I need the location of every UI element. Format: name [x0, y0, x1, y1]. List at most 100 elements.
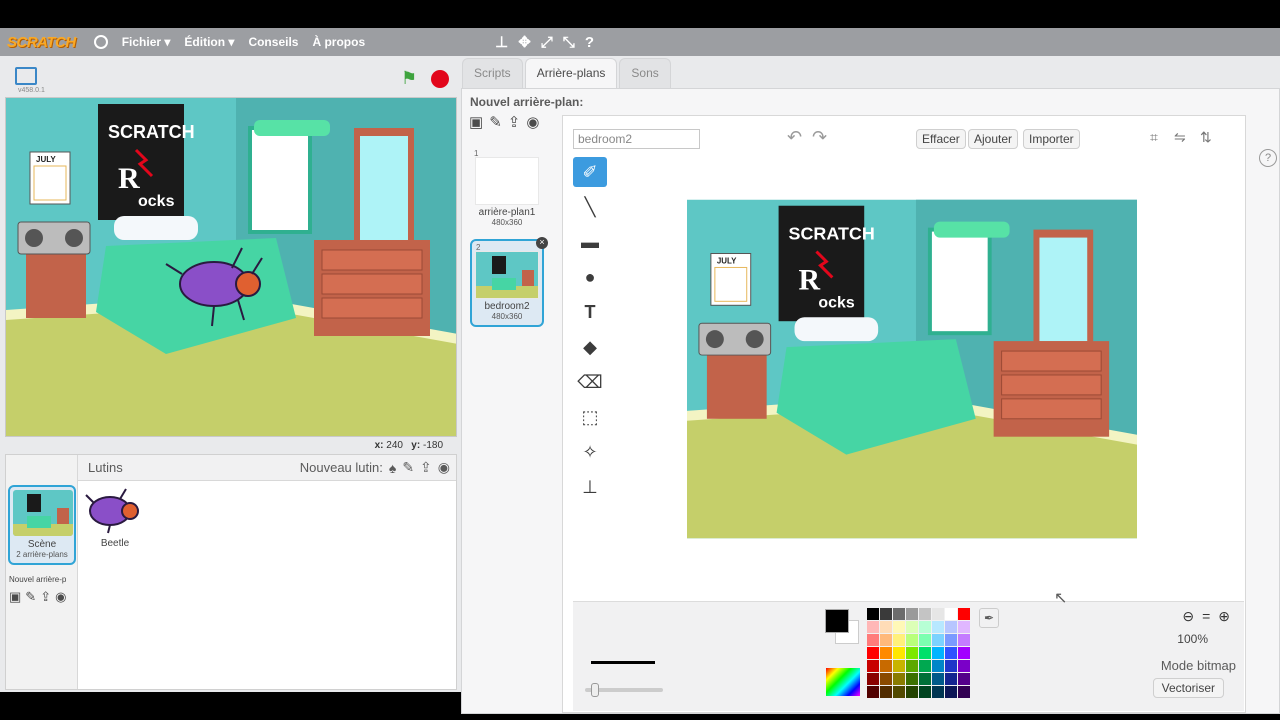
- palette-color-swatch[interactable]: [867, 621, 879, 633]
- add-button[interactable]: Ajouter: [968, 129, 1019, 149]
- palette-color-swatch[interactable]: [958, 686, 970, 698]
- primary-color-swatch[interactable]: [825, 609, 849, 633]
- palette-color-swatch[interactable]: [958, 660, 970, 672]
- palette-color-swatch[interactable]: [945, 634, 957, 646]
- palette-color-swatch[interactable]: [906, 686, 918, 698]
- menu-tips[interactable]: Conseils: [248, 35, 298, 49]
- palette-color-swatch[interactable]: [867, 660, 879, 672]
- palette-color-swatch[interactable]: [880, 634, 892, 646]
- palette-color-swatch[interactable]: [919, 634, 931, 646]
- upload-backdrop-icon[interactable]: ⇪: [508, 113, 521, 131]
- palette-color-swatch[interactable]: [880, 608, 892, 620]
- stamp-tool-icon[interactable]: ⊥: [573, 472, 607, 502]
- palette-color-swatch[interactable]: [932, 647, 944, 659]
- palette-color-swatch[interactable]: [893, 621, 905, 633]
- stage-canvas[interactable]: SCRATCH R ocks JULY: [5, 97, 457, 437]
- palette-color-swatch[interactable]: [932, 686, 944, 698]
- palette-color-swatch[interactable]: [906, 660, 918, 672]
- camera-icon[interactable]: ◉: [526, 113, 539, 131]
- select-tool-icon[interactable]: ⬚: [573, 402, 607, 432]
- backdrop-library-icon[interactable]: ▣: [9, 589, 21, 605]
- palette-color-swatch[interactable]: [893, 608, 905, 620]
- fill-tool-icon[interactable]: ◆: [573, 332, 607, 362]
- backdrop-name-input[interactable]: bedroom2: [573, 129, 700, 149]
- rectangle-tool-icon[interactable]: ▬: [573, 227, 607, 257]
- zoom-out-icon[interactable]: ⊖: [1182, 608, 1194, 625]
- undo-icon[interactable]: ↶: [787, 127, 802, 148]
- palette-color-swatch[interactable]: [958, 608, 970, 620]
- palette-color-swatch[interactable]: [906, 608, 918, 620]
- upload-backdrop-icon[interactable]: ⇪: [40, 589, 51, 605]
- palette-color-swatch[interactable]: [932, 660, 944, 672]
- language-globe-icon[interactable]: [93, 35, 108, 49]
- palette-color-swatch[interactable]: [932, 621, 944, 633]
- paint-new-backdrop-icon[interactable]: ✎: [489, 113, 502, 131]
- ellipse-tool-icon[interactable]: ●: [573, 262, 607, 292]
- scene-card[interactable]: Scène 2 arrière-plans: [8, 485, 76, 565]
- palette-color-swatch[interactable]: [893, 647, 905, 659]
- palette-color-swatch[interactable]: [958, 634, 970, 646]
- magic-select-tool-icon[interactable]: ✧: [573, 437, 607, 467]
- palette-color-swatch[interactable]: [945, 608, 957, 620]
- stop-icon[interactable]: [431, 70, 449, 88]
- clear-button[interactable]: Effacer: [916, 129, 966, 149]
- paint-sprite-icon[interactable]: ✎: [402, 459, 414, 476]
- menu-file[interactable]: Fichier ▾: [122, 35, 171, 49]
- menu-edit[interactable]: Édition ▾: [184, 35, 234, 49]
- shrink-icon[interactable]: ⤡: [563, 34, 575, 51]
- palette-color-swatch[interactable]: [906, 647, 918, 659]
- palette-color-swatch[interactable]: [958, 673, 970, 685]
- palette-color-swatch[interactable]: [880, 647, 892, 659]
- flip-horizontal-icon[interactable]: ⇋: [1174, 129, 1186, 146]
- text-tool-icon[interactable]: T: [573, 297, 607, 327]
- palette-color-swatch[interactable]: [919, 686, 931, 698]
- palette-color-swatch[interactable]: [932, 673, 944, 685]
- palette-color-swatch[interactable]: [880, 686, 892, 698]
- color-picker-gradient[interactable]: [826, 668, 860, 696]
- eyedropper-icon[interactable]: ✒: [979, 608, 999, 628]
- green-flag-icon[interactable]: ⚑: [401, 68, 417, 89]
- sprite-library-icon[interactable]: ♠: [389, 460, 396, 476]
- fullscreen-icon[interactable]: [15, 67, 37, 85]
- sprite-beetle[interactable]: Beetle: [82, 485, 148, 553]
- eraser-tool-icon[interactable]: ⌫: [573, 367, 607, 397]
- scratch-logo[interactable]: SCRATCH: [7, 34, 76, 51]
- upload-sprite-icon[interactable]: ⇪: [420, 459, 432, 476]
- camera-sprite-icon[interactable]: ◉: [438, 459, 450, 476]
- grow-icon[interactable]: ⤢: [541, 34, 553, 51]
- brush-tool-icon[interactable]: ✐: [573, 157, 607, 187]
- palette-color-swatch[interactable]: [945, 660, 957, 672]
- paint-canvas[interactable]: SCRATCH R ocks JULY: [687, 199, 1137, 539]
- line-tool-icon[interactable]: ╲: [573, 192, 607, 222]
- palette-color-swatch[interactable]: [919, 660, 931, 672]
- palette-color-swatch[interactable]: [867, 686, 879, 698]
- palette-color-swatch[interactable]: [958, 621, 970, 633]
- delete-scissors-icon[interactable]: ✥: [518, 33, 531, 51]
- palette-color-swatch[interactable]: [932, 608, 944, 620]
- palette-color-swatch[interactable]: [893, 686, 905, 698]
- palette-color-swatch[interactable]: [906, 634, 918, 646]
- palette-color-swatch[interactable]: [893, 660, 905, 672]
- help-icon[interactable]: ?: [1259, 149, 1277, 167]
- crop-icon[interactable]: ⌗: [1150, 129, 1158, 146]
- palette-color-swatch[interactable]: [867, 634, 879, 646]
- duplicate-stamp-icon[interactable]: ⊥: [495, 33, 508, 51]
- palette-color-swatch[interactable]: [919, 647, 931, 659]
- flip-vertical-icon[interactable]: ⇅: [1200, 129, 1212, 146]
- palette-color-swatch[interactable]: [893, 673, 905, 685]
- palette-color-swatch[interactable]: [919, 621, 931, 633]
- palette-color-swatch[interactable]: [880, 673, 892, 685]
- tab-scripts[interactable]: Scripts: [462, 58, 523, 88]
- backdrop-item-selected[interactable]: 2 × bedroom2 480x360: [470, 237, 548, 327]
- palette-color-swatch[interactable]: [945, 647, 957, 659]
- zoom-in-icon[interactable]: ⊕: [1218, 608, 1230, 625]
- palette-color-swatch[interactable]: [932, 634, 944, 646]
- slider-handle[interactable]: [591, 683, 599, 697]
- palette-color-swatch[interactable]: [945, 673, 957, 685]
- redo-icon[interactable]: ↷: [812, 127, 827, 148]
- backdrop-library-icon[interactable]: ▣: [469, 113, 483, 131]
- tab-sounds[interactable]: Sons: [619, 58, 671, 88]
- palette-color-swatch[interactable]: [945, 621, 957, 633]
- palette-color-swatch[interactable]: [880, 660, 892, 672]
- palette-color-swatch[interactable]: [958, 647, 970, 659]
